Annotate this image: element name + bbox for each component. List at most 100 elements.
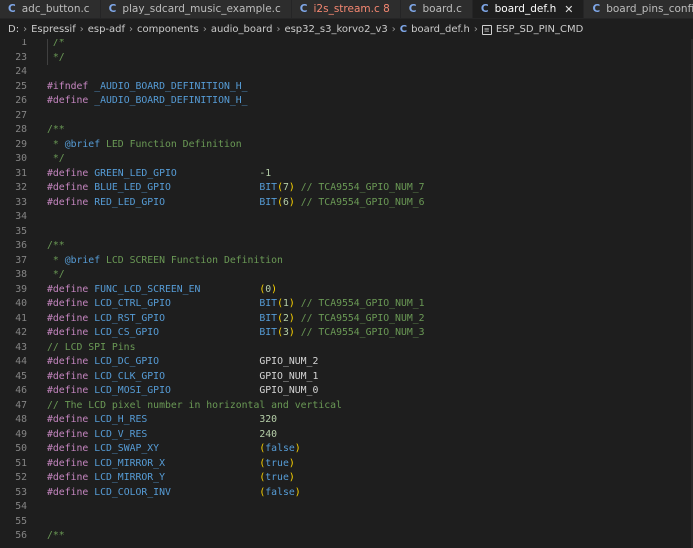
code-text: #define LCD_V_RES 240 [47,428,278,440]
code-line: 41 #define LCD_RST_GPIO BIT(2) // TCA9554… [0,312,693,327]
breadcrumb-label: esp-adf [87,23,126,35]
code-line: 53 #define LCD_COLOR_INV (false) [0,486,693,501]
code-text: /** [47,530,65,541]
chevron-right-icon: › [129,23,134,35]
code-line: 48 #define LCD_H_RES 320 [0,413,693,428]
line-number: 45 [15,370,27,382]
code-line: 28 /** [0,123,693,138]
tab-board-def-h[interactable]: Cboard_def.h ✕ [472,0,585,18]
code-editor[interactable]: 1 /* 23 */24 25 #ifndef _AUDIO_BOARD_DEFINI… [0,39,693,548]
chevron-right-icon: › [79,23,84,35]
code-line: 46 #define LCD_MOSI_GPIO GPIO_NUM_0 [0,384,693,399]
code-text: #define LCD_MIRROR_X (true) [47,457,295,469]
tab-label: play_sdcard_music_example.c [122,3,281,15]
line-number: 36 [15,240,27,251]
tab-label: i2s_stream.c 8 [313,3,390,15]
code-text: #define FUNC_LCD_SCREEN_EN (0) [47,283,278,295]
line-number: 44 [15,356,27,367]
tab-label: board_pins_config.c [606,3,693,15]
line-number: 39 [15,283,27,295]
code-line: 52 #define LCD_MIRROR_Y (true) [0,471,693,486]
line-number: 38 [15,269,27,280]
code-text: /** [47,240,65,251]
tab-board-c[interactable]: Cboard.c [400,0,473,18]
line-number: 31 [15,167,27,179]
code-text: #define LCD_MOSI_GPIO GPIO_NUM_0 [47,385,319,396]
code-line: 29 * @brief LED Function Definition [0,138,693,153]
c-file-icon: C [592,3,601,15]
c-file-icon: C [480,3,489,15]
breadcrumb-item[interactable]: Cboard_def.h [400,24,470,35]
line-number: 50 [15,443,27,454]
code-line: 55 [0,515,693,530]
code-text: // LCD SPI Pins [47,341,136,353]
line-number: 33 [15,196,27,208]
editor-window: Cadc_button.c Cplay_sdcard_music_example.… [0,0,693,548]
code-line: 33 #define RED_LED_GPIO BIT(6) // TCA9554… [0,196,693,211]
line-number: 43 [15,341,27,353]
line-number: 55 [15,515,27,527]
code-text: */ [47,269,65,280]
line-number: 41 [15,312,27,324]
code-line: 43 // LCD SPI Pins [0,341,693,356]
code-line: 24 [0,65,693,80]
line-number: 25 [15,80,27,92]
line-number: 54 [15,501,27,512]
tab-board-pins-config-c[interactable]: Cboard_pins_config.c [584,0,693,18]
code-line: 54 [0,500,693,515]
code-line: 45 #define LCD_CLK_GPIO GPIO_NUM_1 [0,370,693,385]
code-text: #define LCD_SWAP_XY (false) [47,443,301,454]
chevron-right-icon: › [391,23,396,35]
line-number: 51 [15,457,27,469]
line-number: 53 [15,486,27,498]
code-line: 38 */ [0,268,693,283]
code-line: 37 * @brief LCD SCREEN Function Definiti… [0,254,693,269]
line-number: 27 [15,109,27,121]
code-text: #define _AUDIO_BOARD_DEFINITION_H_ [47,95,248,106]
code-text: #define LCD_RST_GPIO BIT(2) // TCA9554_G… [47,312,425,324]
breadcrumb-label: ESP_SD_PIN_CMD [495,23,584,35]
c-file-icon: C [408,3,417,15]
line-number: 29 [15,138,27,150]
breadcrumb-item[interactable]: esp32_s3_korvo2_v3 [284,24,387,35]
line-number: 47 [15,399,27,411]
breadcrumb-label: Espressif [31,23,76,35]
line-number: 34 [15,211,27,222]
line-number: 32 [15,182,27,193]
breadcrumb-label: esp32_s3_korvo2_v3 [284,23,388,35]
code-text: #define LCD_DC_GPIO GPIO_NUM_2 [47,356,319,367]
code-text: /** [47,124,65,135]
breadcrumb-label: D: [8,23,20,35]
code-text: #ifndef _AUDIO_BOARD_DEFINITION_H_ [47,80,248,92]
close-icon[interactable]: ✕ [564,3,573,16]
code-line: 23 */ [0,50,693,65]
code-line: 32 #define BLUE_LED_GPIO BIT(7) // TCA955… [0,181,693,196]
breadcrumb-item[interactable]: esp-adf [88,24,125,35]
breadcrumb-item[interactable]: components [137,24,199,35]
chevron-right-icon: › [23,23,28,35]
breadcrumb-label: components [137,23,199,35]
tab-adc-button-c[interactable]: Cadc_button.c [0,0,101,18]
breadcrumb-label: audio_board [210,23,273,35]
tab-i2s-stream-c[interactable]: Ci2s_stream.c 8 [291,0,401,18]
code-text: /* [47,39,65,48]
code-line: 36 /** [0,239,693,254]
code-text: #define LCD_COLOR_INV (false) [47,486,301,498]
line-number: 1 [21,39,27,48]
line-number: 28 [15,124,27,135]
tab-label: adc_button.c [21,3,90,15]
tab-play-sdcard-music-example-c[interactable]: Cplay_sdcard_music_example.c [100,0,292,18]
breadcrumb-item[interactable]: audio_board [211,24,273,35]
code-text: */ [47,153,65,164]
c-file-icon: C [299,3,308,15]
code-line: 40 #define LCD_CTRL_GPIO BIT(1) // TCA955… [0,297,693,312]
breadcrumb-item[interactable]: D: [8,24,19,35]
tab-label: board_def.h [494,3,557,15]
breadcrumb-item[interactable]: ≡ ESP_SD_PIN_CMD [481,23,584,35]
breadcrumb-item[interactable]: Espressif [31,24,76,35]
line-number: 40 [15,298,27,309]
c-file-icon: C [8,3,16,15]
line-number: 46 [15,385,27,396]
code-text: #define RED_LED_GPIO BIT(6) // TCA9554_G… [47,196,425,208]
chevron-right-icon: › [473,23,478,35]
